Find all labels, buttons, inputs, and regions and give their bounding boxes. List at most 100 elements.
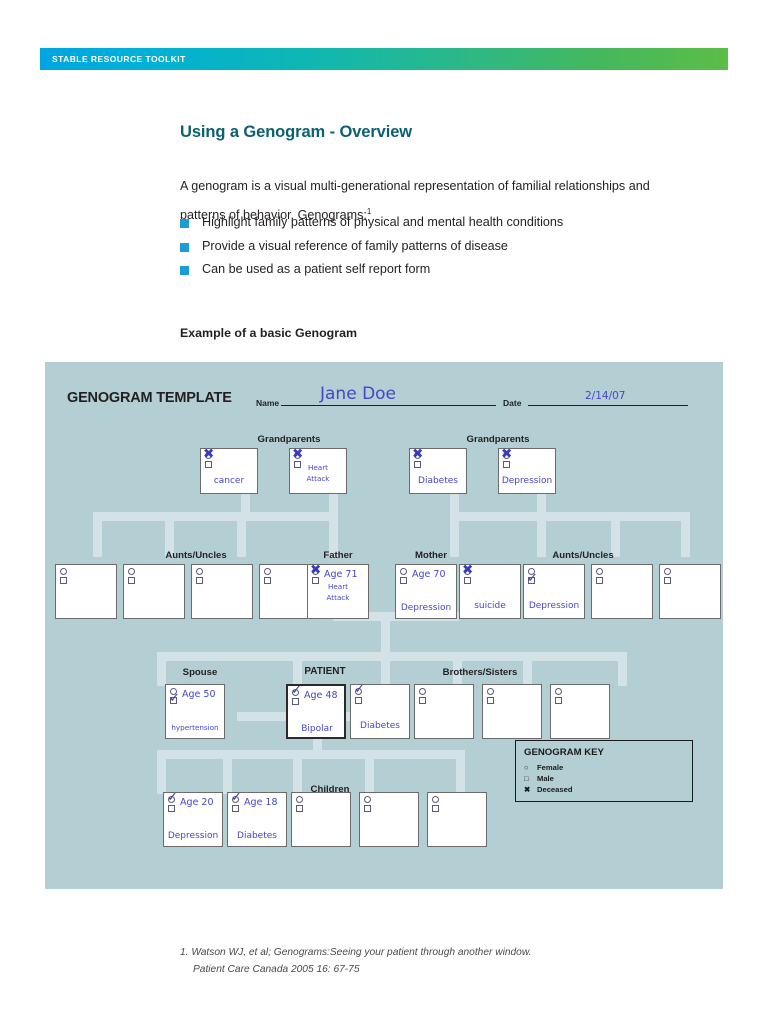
male-checkbox-icon[interactable] xyxy=(205,461,212,468)
female-checkbox-icon[interactable] xyxy=(128,568,135,575)
male-checkbox-icon[interactable] xyxy=(419,697,426,704)
female-checkbox-icon[interactable] xyxy=(60,568,67,575)
person-box[interactable] xyxy=(659,564,721,619)
patient-person-box[interactable]: ✓ Age 48 Bipolar xyxy=(286,684,346,739)
female-checkbox-icon[interactable] xyxy=(168,796,175,803)
name-field-value[interactable]: Jane Doe xyxy=(320,384,396,404)
female-checkbox-icon[interactable] xyxy=(432,796,439,803)
female-checkbox-icon[interactable] xyxy=(364,796,371,803)
female-checkbox-icon[interactable] xyxy=(528,568,535,575)
female-checkbox-icon[interactable] xyxy=(264,568,271,575)
person-box[interactable]: ✖ cancer xyxy=(200,447,258,494)
female-checkbox-icon[interactable] xyxy=(487,688,494,695)
date-field-rule xyxy=(528,405,688,406)
genogram-key: GENOGRAM KEY ○ Female □ Male ✖ Deceased xyxy=(515,740,693,802)
person-age: Age 50 xyxy=(182,689,216,700)
person-box[interactable]: ✓ Diabetes xyxy=(350,683,410,739)
person-box[interactable]: ✓ Depression xyxy=(523,564,585,619)
male-checkbox-icon[interactable] xyxy=(664,577,671,584)
benefit-list: Highlight family patterns of physical an… xyxy=(180,211,700,282)
male-checkbox-icon[interactable] xyxy=(128,577,135,584)
male-checkbox-icon[interactable] xyxy=(168,805,175,812)
connector-sibship-horiz xyxy=(157,652,627,661)
caption-grandparents-right: Grandparents xyxy=(466,434,530,445)
caption-aunts-uncles-left: Aunts/Uncles xyxy=(165,550,227,561)
person-box[interactable]: ✖ Diabetes xyxy=(409,447,467,494)
caption-father: Father xyxy=(323,550,353,561)
person-condition: cancer xyxy=(213,476,245,486)
male-checkbox-icon[interactable] xyxy=(296,805,303,812)
female-checkbox-icon[interactable] xyxy=(555,688,562,695)
person-box[interactable]: Age 70 Depression xyxy=(395,564,457,619)
person-condition: Diabetes xyxy=(418,476,458,486)
connector-aunts-right-drop-3 xyxy=(681,521,690,557)
caption-patient: PATIENT xyxy=(304,666,346,677)
person-box[interactable]: ✓ Age 18 Diabetes xyxy=(227,791,287,847)
name-field-label: Name xyxy=(256,398,280,408)
footnote: 1. Watson WJ, et al; Genograms:Seeing yo… xyxy=(180,944,660,978)
connector-children-horiz xyxy=(157,750,465,759)
male-checkbox-icon[interactable] xyxy=(364,805,371,812)
male-checkbox-icon[interactable] xyxy=(60,577,67,584)
caption-mother: Mother xyxy=(415,550,447,561)
person-age: Age 48 xyxy=(304,690,338,701)
male-checkbox-icon[interactable] xyxy=(487,697,494,704)
person-box[interactable] xyxy=(427,792,487,847)
person-condition: Bipolar xyxy=(301,724,333,734)
person-box[interactable] xyxy=(55,564,117,619)
male-checkbox-icon[interactable] xyxy=(355,697,362,704)
person-box[interactable]: ✓ Age 50 hypertension xyxy=(165,684,225,739)
page-title: Using a Genogram - Overview xyxy=(180,123,413,142)
person-box[interactable] xyxy=(550,684,610,739)
male-checkbox-icon[interactable] xyxy=(414,461,421,468)
key-row-male: □ Male xyxy=(524,774,554,783)
male-checkbox-icon[interactable] xyxy=(464,577,471,584)
female-checkbox-icon[interactable] xyxy=(292,689,299,696)
male-checkbox-icon[interactable] xyxy=(232,805,239,812)
person-box[interactable]: ✖ Heart Attack xyxy=(289,447,347,494)
male-checkbox-icon[interactable] xyxy=(555,697,562,704)
female-checkbox-icon[interactable] xyxy=(664,568,671,575)
deceased-icon: ✖ xyxy=(310,562,322,578)
person-condition: Heart Attack xyxy=(306,463,330,483)
female-checkbox-icon[interactable] xyxy=(419,688,426,695)
person-box[interactable]: ✖ Depression xyxy=(498,447,556,494)
female-checkbox-icon[interactable] xyxy=(196,568,203,575)
person-age: Age 71 xyxy=(324,569,358,580)
male-checkbox-icon[interactable] xyxy=(432,805,439,812)
date-field-label: Date xyxy=(503,398,522,408)
female-checkbox-icon[interactable] xyxy=(596,568,603,575)
toolkit-banner: STABLE RESOURCE TOOLKIT xyxy=(40,48,728,70)
date-field-value[interactable]: 2/14/07 xyxy=(585,390,625,402)
person-box[interactable]: ✓ Age 20 Depression xyxy=(163,791,223,847)
male-checkbox-icon[interactable] xyxy=(503,461,510,468)
person-box[interactable] xyxy=(591,564,653,619)
male-checkbox-icon[interactable] xyxy=(292,698,299,705)
connector-sib-drop-6 xyxy=(618,660,627,686)
person-box[interactable] xyxy=(123,564,185,619)
person-box[interactable]: ✖ suicide xyxy=(459,562,521,619)
person-box[interactable] xyxy=(414,684,474,739)
female-checkbox-icon[interactable] xyxy=(170,688,177,695)
caption-grandparents-left: Grandparents xyxy=(257,434,321,445)
male-checkbox-icon[interactable] xyxy=(400,577,407,584)
genogram-panel: GENOGRAM TEMPLATE Name Jane Doe Date 2/1… xyxy=(45,362,723,889)
male-checkbox-icon[interactable] xyxy=(528,577,535,584)
list-item: Provide a visual reference of family pat… xyxy=(180,235,700,259)
person-box[interactable]: ✖ Age 71 Heart Attack xyxy=(307,562,369,619)
deceased-icon: ✖ xyxy=(524,785,531,794)
person-box[interactable] xyxy=(291,792,351,847)
person-box[interactable] xyxy=(359,792,419,847)
female-checkbox-icon[interactable] xyxy=(296,796,303,803)
female-checkbox-icon[interactable] xyxy=(232,796,239,803)
female-checkbox-icon[interactable] xyxy=(355,688,362,695)
person-box[interactable] xyxy=(482,684,542,739)
deceased-icon: ✖ xyxy=(462,562,474,578)
male-checkbox-icon[interactable] xyxy=(264,577,271,584)
male-checkbox-icon[interactable] xyxy=(196,577,203,584)
person-box[interactable] xyxy=(191,564,253,619)
male-checkbox-icon[interactable] xyxy=(170,697,177,704)
person-condition: Diabetes xyxy=(237,831,277,841)
female-checkbox-icon[interactable] xyxy=(400,568,407,575)
male-checkbox-icon[interactable] xyxy=(596,577,603,584)
